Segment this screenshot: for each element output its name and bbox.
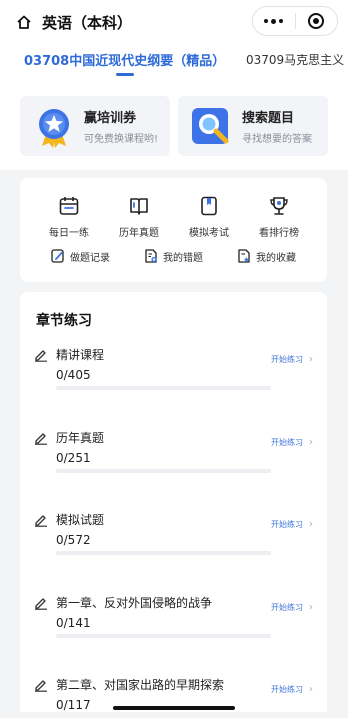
pencil-icon — [35, 598, 47, 610]
chapter-progress-text: 0/251 — [56, 451, 91, 465]
search-magnifier-icon — [190, 104, 234, 148]
start-practice-label: 开始练习 — [271, 520, 303, 529]
chapter-practice-card: 章节练习 精讲课程 0/405 开始练习 › 历年真题 0/251 开始练习 › 模… — [20, 292, 327, 712]
active-tab-indicator — [116, 73, 134, 76]
edit-record-icon — [50, 248, 66, 264]
wrong-questions-item[interactable]: 我的错题 — [143, 248, 203, 264]
mini-program-capsule — [252, 6, 338, 36]
start-practice-label: 开始练习 — [271, 685, 303, 694]
close-mini-program-button[interactable] — [296, 7, 338, 35]
tab-course-03709[interactable]: 03709马克思主义 — [246, 51, 344, 68]
chapter-item[interactable]: 精讲课程 0/405 开始练习 › — [20, 342, 327, 402]
calendar-icon — [34, 194, 104, 218]
quick-menu-row-1: 每日一练 历年真题 模拟考试 看排行榜 — [20, 194, 327, 239]
search-questions-card[interactable]: 搜索题目 寻找想要的答案 — [178, 96, 328, 156]
chapter-progress-text: 0/572 — [56, 533, 91, 547]
chapter-item[interactable]: 模拟试题 0/572 开始练习 › — [20, 507, 327, 567]
leaderboard-item[interactable]: 看排行榜 — [244, 194, 314, 239]
more-dots-icon — [264, 18, 284, 24]
chevron-right-icon: › — [309, 437, 313, 448]
chapter-name: 第二章、对国家出路的早期探索 — [56, 678, 225, 692]
chapter-item[interactable]: 历年真题 0/251 开始练习 › — [20, 425, 327, 485]
start-practice-button[interactable]: 开始练习 › — [271, 437, 313, 448]
start-practice-label: 开始练习 — [271, 355, 303, 364]
chapter-progress-bar — [56, 469, 271, 473]
search-subtitle: 寻找想要的答案 — [242, 134, 312, 145]
more-menu-button[interactable] — [253, 7, 295, 35]
chevron-right-icon: › — [309, 602, 313, 613]
promo-section: 赢培训券 可免费换课程哟! 搜索题目 寻找想要的答案 — [0, 88, 348, 170]
past-papers-item[interactable]: 历年真题 — [104, 194, 174, 239]
trophy-icon — [244, 194, 314, 218]
past-papers-label: 历年真题 — [119, 228, 159, 239]
my-favorites-item[interactable]: 我的收藏 — [236, 248, 296, 264]
pencil-icon — [35, 350, 47, 362]
pencil-icon — [35, 680, 47, 692]
chapter-progress-bar — [56, 386, 271, 390]
start-practice-button[interactable]: 开始练习 › — [271, 519, 313, 530]
daily-practice-item[interactable]: 每日一练 — [34, 194, 104, 239]
voucher-title: 赢培训券 — [84, 111, 137, 126]
chapter-progress-text: 0/117 — [56, 698, 91, 712]
quick-menu-card: 每日一练 历年真题 模拟考试 看排行榜 做题记录 我的错题 我的收藏 — [20, 178, 327, 282]
start-practice-label: 开始练习 — [271, 603, 303, 612]
chapter-name: 历年真题 — [56, 431, 105, 445]
practice-record-label: 做题记录 — [70, 252, 110, 264]
chapter-progress-text: 0/141 — [56, 616, 91, 630]
start-practice-button[interactable]: 开始练习 › — [271, 354, 313, 365]
chevron-right-icon: › — [309, 354, 313, 365]
search-title: 搜索题目 — [242, 111, 295, 126]
wrong-questions-label: 我的错题 — [163, 252, 203, 264]
chevron-right-icon: › — [309, 519, 313, 530]
top-bar: 英语（本科） — [0, 0, 348, 44]
star-medal-icon — [32, 104, 76, 148]
mock-exam-item[interactable]: 模拟考试 — [174, 194, 244, 239]
practice-record-item[interactable]: 做题记录 — [50, 248, 110, 264]
chapter-name: 模拟试题 — [56, 513, 105, 527]
mock-exam-label: 模拟考试 — [189, 228, 229, 239]
leaderboard-label: 看排行榜 — [259, 228, 299, 239]
target-close-icon — [308, 13, 325, 29]
tab-course-03708[interactable]: 03708中国近现代史纲要（精品） — [24, 50, 225, 69]
chapter-progress-bar — [56, 551, 271, 555]
book-icon — [104, 194, 174, 218]
start-practice-button[interactable]: 开始练习 › — [271, 684, 313, 695]
chapter-progress-text: 0/405 — [56, 368, 91, 382]
chapter-name: 第一章、反对外国侵略的战争 — [56, 596, 213, 610]
wrong-doc-icon — [143, 248, 159, 264]
chapter-progress-bar — [56, 634, 271, 638]
my-favorites-label: 我的收藏 — [256, 252, 296, 264]
start-practice-button[interactable]: 开始练习 › — [271, 602, 313, 613]
home-icon[interactable] — [14, 12, 34, 32]
favorite-doc-icon — [236, 248, 252, 264]
voucher-subtitle: 可免费换课程哟! — [84, 134, 159, 145]
home-indicator[interactable] — [113, 706, 235, 710]
chapter-item[interactable]: 第一章、反对外国侵略的战争 0/141 开始练习 › — [20, 590, 327, 650]
training-voucher-card[interactable]: 赢培训券 可免费换课程哟! — [20, 96, 170, 156]
bookmark-icon — [174, 194, 244, 218]
daily-practice-label: 每日一练 — [49, 228, 89, 239]
pencil-icon — [35, 433, 47, 445]
course-tabs: 03708中国近现代史纲要（精品） 03709马克思主义 — [0, 44, 348, 88]
start-practice-label: 开始练习 — [271, 438, 303, 447]
chapter-practice-title: 章节练习 — [36, 313, 92, 329]
chapter-name: 精讲课程 — [56, 348, 105, 362]
pencil-icon — [35, 515, 47, 527]
chevron-right-icon: › — [309, 684, 313, 695]
page-title: 英语（本科） — [42, 13, 133, 32]
